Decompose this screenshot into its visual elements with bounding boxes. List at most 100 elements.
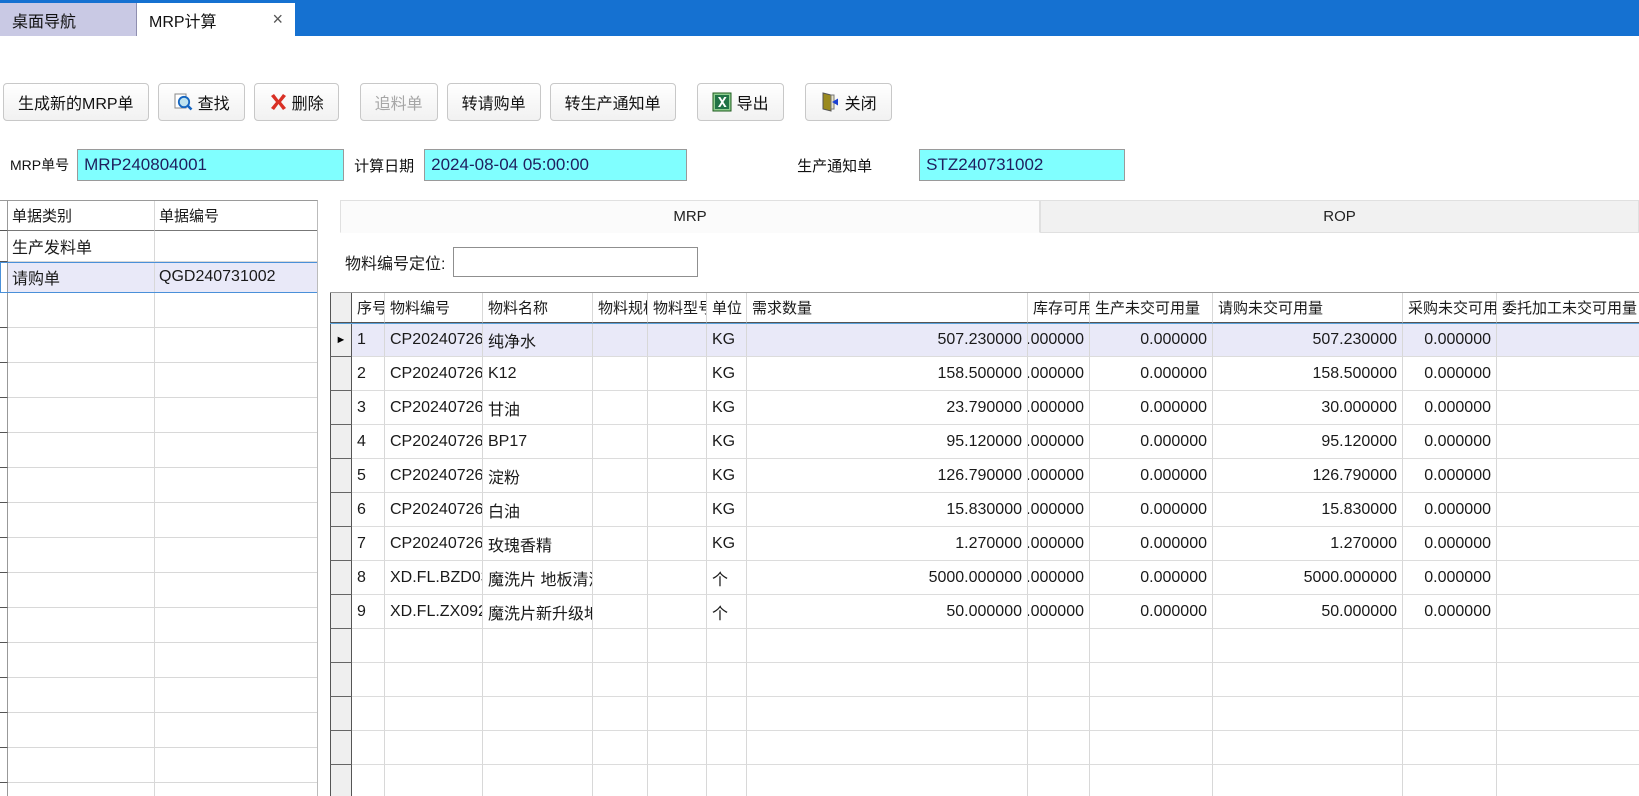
grid-data-row[interactable]: 8XD.FL.BZD031魔洗片 地板清洁个5000.0000000.00000…	[330, 561, 1639, 595]
grid-data-row[interactable]: 5CP2024072600淀粉KG126.7900000.0000000.000…	[330, 459, 1639, 493]
row-selector[interactable]	[330, 493, 352, 527]
col-header-demand-qty[interactable]: 需求数量	[747, 293, 1028, 323]
col-header-material-name[interactable]: 物料名称	[483, 293, 593, 323]
document-list-empty-row	[0, 748, 318, 783]
row-selector	[0, 573, 8, 608]
col-header-request-open-qty[interactable]: 请购未交可用量	[1213, 293, 1403, 323]
row-selector[interactable]	[330, 357, 352, 391]
row-selector	[0, 538, 8, 573]
cell-stock-available: 0.000000	[1028, 324, 1090, 357]
tab-rop[interactable]: ROP	[1040, 200, 1639, 233]
grid-data-row[interactable]: 9XD.FL.ZX092魔洗片新升级地板个50.0000000.0000000.…	[330, 595, 1639, 629]
document-list-row[interactable]: 生产发料单	[0, 231, 318, 262]
delete-button[interactable]: 删除	[254, 83, 339, 121]
close-icon[interactable]: ×	[254, 9, 283, 30]
row-selector[interactable]	[0, 231, 8, 262]
cell-demand-qty: 158.500000	[747, 357, 1028, 391]
cell-seq: 7	[352, 527, 385, 561]
cell-material-code: CP2024072600	[385, 357, 483, 391]
cell-request-open-qty: 95.120000	[1213, 425, 1403, 459]
row-selector[interactable]	[330, 425, 352, 459]
col-header-material-spec[interactable]: 物料规格	[593, 293, 648, 323]
doc-type-cell: 请购单	[8, 262, 155, 293]
row-selector[interactable]	[0, 262, 8, 293]
prod-notice-field[interactable]	[919, 149, 1125, 181]
row-selector	[0, 608, 8, 643]
cell-production-open-qty: 0.000000	[1090, 595, 1213, 629]
to-purchase-request-button[interactable]: 转请购单	[447, 83, 541, 121]
row-selector-stub	[0, 201, 8, 231]
calc-date-field[interactable]	[424, 149, 687, 181]
col-header-subcontract-open-qty[interactable]: 委托加工未交可用量	[1497, 293, 1639, 323]
cell-unit: 个	[707, 595, 747, 629]
cell-production-open-qty: 0.000000	[1090, 425, 1213, 459]
col-header-material-model[interactable]: 物料型号	[648, 293, 707, 323]
row-selector[interactable]	[330, 595, 352, 629]
cell-material-spec	[593, 391, 648, 425]
selected-row-arrow-icon: ►	[336, 335, 347, 346]
col-header-unit[interactable]: 单位	[707, 293, 747, 323]
cell-subcontract-open-qty	[1497, 459, 1639, 493]
cell-subcontract-open-qty	[1497, 425, 1639, 459]
generate-mrp-button[interactable]: 生成新的MRP单	[3, 83, 149, 121]
grid-data-row[interactable]: 4CP2024072600BP17KG95.1200000.0000000.00…	[330, 425, 1639, 459]
row-selector[interactable]	[330, 527, 352, 561]
mrp-no-field[interactable]	[77, 149, 344, 181]
cell-material-spec	[593, 595, 648, 629]
to-production-notice-button[interactable]: 转生产通知单	[550, 83, 676, 121]
row-selector	[330, 629, 352, 663]
col-header-stock-available[interactable]: 库存可用量	[1028, 293, 1090, 323]
cell-material-model	[648, 324, 707, 357]
col-header-seq[interactable]: 序号	[352, 293, 385, 323]
document-list-empty-row	[0, 398, 318, 433]
grid-data-row[interactable]: 7CP2024072600玫瑰香精KG1.2700000.0000000.000…	[330, 527, 1639, 561]
cell-material-model	[648, 425, 707, 459]
cell-material-code: XD.FL.ZX092	[385, 595, 483, 629]
row-selector	[0, 363, 8, 398]
tab-desktop-nav[interactable]: 桌面导航	[0, 3, 137, 36]
grid-empty-row	[330, 731, 1639, 765]
document-list-empty-row	[0, 643, 318, 678]
grid-data-row[interactable]: 6CP2024072600白油KG15.8300000.0000000.0000…	[330, 493, 1639, 527]
cell-purchase-open-qty: 0.000000	[1403, 357, 1497, 391]
document-list-empty-row	[0, 433, 318, 468]
cell-subcontract-open-qty	[1497, 595, 1639, 629]
cell-purchase-open-qty: 0.000000	[1403, 493, 1497, 527]
cell-unit: KG	[707, 527, 747, 561]
export-button[interactable]: 导出	[697, 83, 784, 121]
cell-purchase-open-qty: 0.000000	[1403, 561, 1497, 595]
material-locator-input[interactable]	[453, 247, 698, 277]
grid-data-row[interactable]: 2CP2024072600K12KG158.5000000.0000000.00…	[330, 357, 1639, 391]
close-button[interactable]: 关闭	[805, 83, 892, 121]
tab-mrp-calc[interactable]: MRP计算 ×	[137, 3, 295, 36]
document-list-row[interactable]: 请购单QGD240731002	[0, 262, 318, 293]
document-list-empty-row	[0, 328, 318, 363]
cell-purchase-open-qty: 0.000000	[1403, 324, 1497, 357]
grid-data-row[interactable]: ►1CP2024072600纯净水KG507.2300000.0000000.0…	[330, 323, 1639, 357]
document-list-empty-row	[0, 608, 318, 643]
row-selector[interactable]	[330, 391, 352, 425]
col-header-production-open-qty[interactable]: 生产未交可用量	[1090, 293, 1213, 323]
grid-data-row[interactable]: 3CP2024072600甘油KG23.7900000.0000000.0000…	[330, 391, 1639, 425]
row-selector[interactable]	[330, 561, 352, 595]
cell-stock-available: 0.000000	[1028, 493, 1090, 527]
cell-seq: 6	[352, 493, 385, 527]
cell-subcontract-open-qty	[1497, 493, 1639, 527]
cell-stock-available: 0.000000	[1028, 357, 1090, 391]
col-header-material-code[interactable]: 物料编号	[385, 293, 483, 323]
cell-material-code: CP2024072600	[385, 391, 483, 425]
row-selector[interactable]	[330, 459, 352, 493]
cell-unit: KG	[707, 459, 747, 493]
cell-subcontract-open-qty	[1497, 527, 1639, 561]
cell-request-open-qty: 158.500000	[1213, 357, 1403, 391]
row-selector	[330, 663, 352, 697]
doc-type-cell: 生产发料单	[8, 231, 155, 262]
col-header-purchase-open-qty[interactable]: 采购未交可用量	[1403, 293, 1497, 323]
search-button[interactable]: 查找	[158, 83, 245, 121]
grid-empty-row	[330, 629, 1639, 663]
cell-stock-available: 0.000000	[1028, 391, 1090, 425]
row-selector[interactable]: ►	[330, 324, 352, 357]
tab-mrp[interactable]: MRP	[340, 200, 1040, 233]
cell-material-model	[648, 595, 707, 629]
tab-mrp-calc-label: MRP计算	[149, 8, 217, 32]
